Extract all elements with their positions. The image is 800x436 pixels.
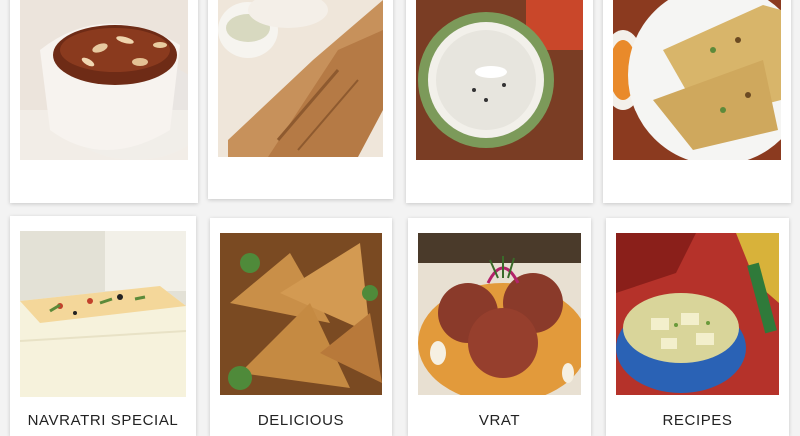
- recipe-image-halwa[interactable]: [20, 0, 188, 160]
- recipe-image-samosa[interactable]: [220, 233, 382, 395]
- recipe-card-6[interactable]: DELICIOUS: [210, 218, 392, 436]
- recipe-card-2[interactable]: [208, 0, 393, 199]
- recipe-card-6-label: DELICIOUS: [257, 412, 345, 429]
- recipe-card-7[interactable]: VRAT: [408, 218, 591, 436]
- recipe-card-8-label: RECIPES: [662, 412, 733, 429]
- recipe-image-dhokla[interactable]: [20, 231, 186, 397]
- recipe-image-dosa[interactable]: [218, 0, 383, 157]
- recipe-card-1[interactable]: [10, 0, 198, 203]
- recipe-card-4[interactable]: [603, 0, 791, 203]
- recipe-card-3[interactable]: [406, 0, 593, 203]
- recipe-image-vrat-kofta[interactable]: [418, 233, 581, 395]
- recipe-card-7-label: VRAT: [478, 412, 521, 429]
- recipe-card-5-label: NAVRATRI SPECIAL: [27, 412, 179, 429]
- recipe-image-paneer-curry[interactable]: [616, 233, 779, 395]
- recipe-card-8[interactable]: RECIPES: [606, 218, 789, 436]
- recipe-card-grid: NAVRATRI SPECIAL DELICIOUS VRAT RECIPES: [0, 0, 800, 436]
- recipe-image-kheer[interactable]: [416, 0, 583, 160]
- recipe-card-5[interactable]: NAVRATRI SPECIAL: [10, 216, 196, 436]
- recipe-image-thalipeeth[interactable]: [613, 0, 781, 160]
